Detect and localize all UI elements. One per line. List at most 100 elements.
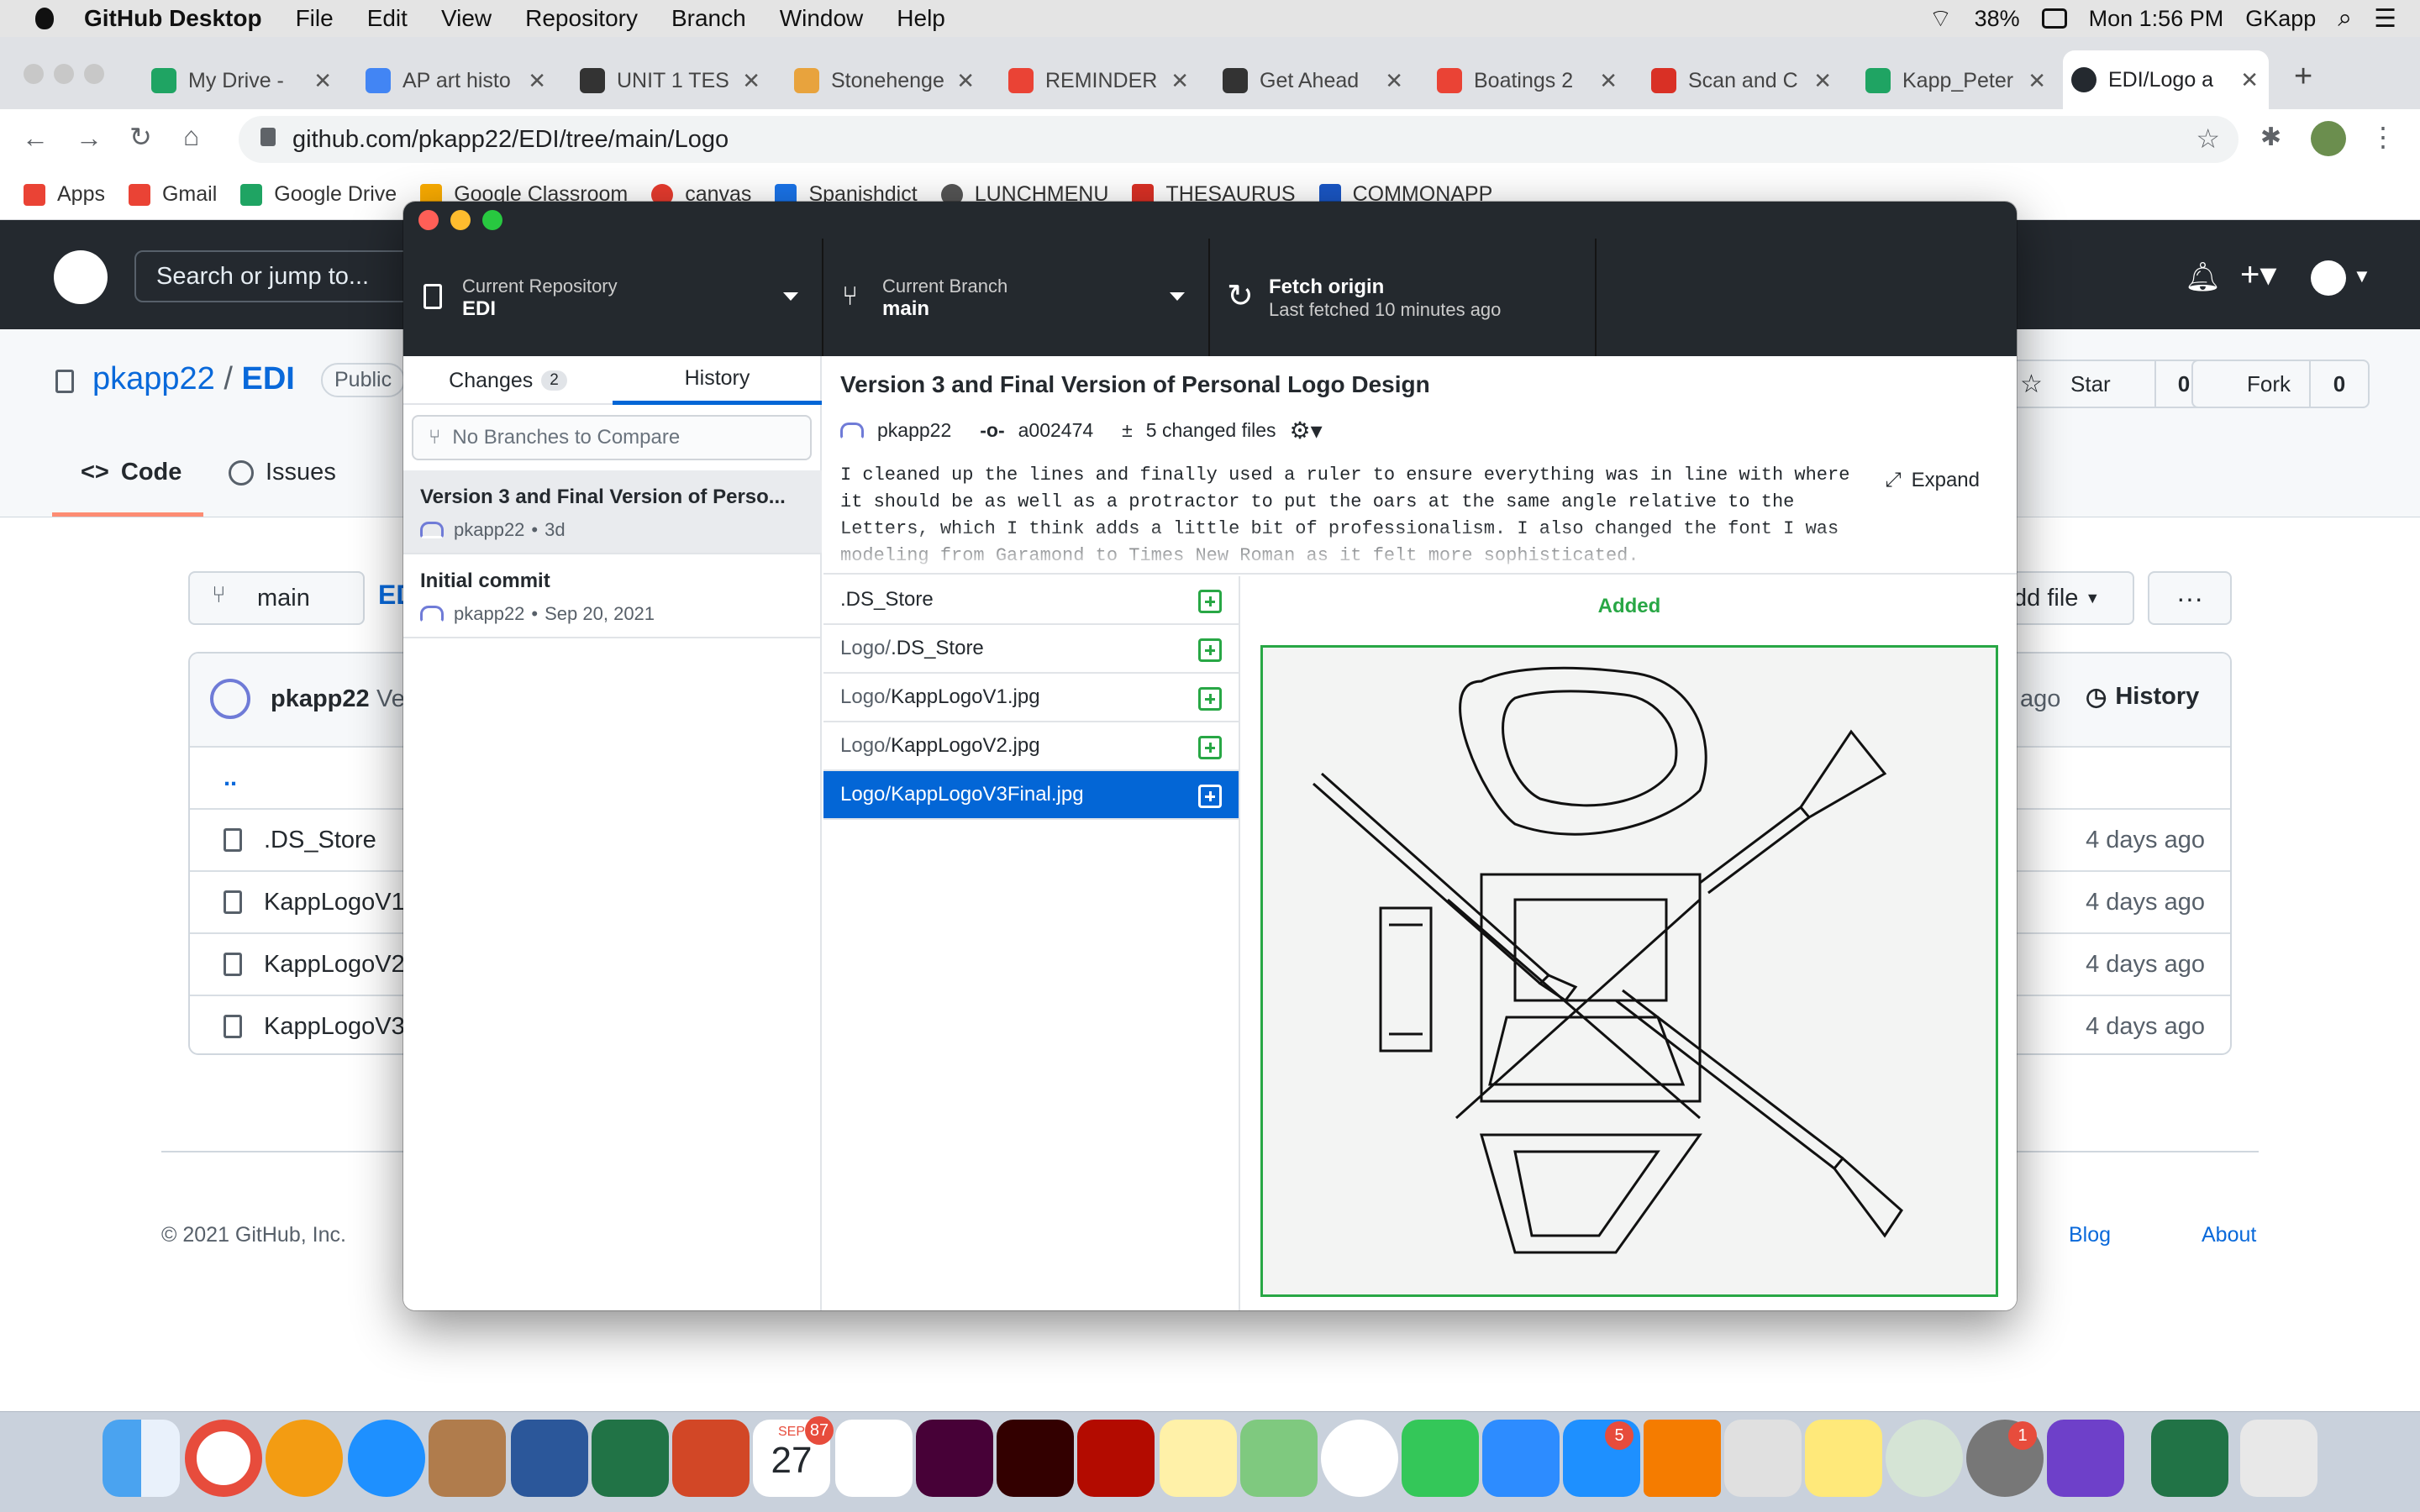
footer-blog-link[interactable]: Blog	[2069, 1223, 2111, 1247]
menu-window[interactable]: Window	[780, 5, 864, 32]
window-minimize-button[interactable]	[450, 210, 471, 230]
browser-tab[interactable]: Get Ahead ✕	[1214, 60, 1403, 101]
safari-icon[interactable]	[348, 1420, 425, 1497]
user-avatar[interactable]	[2311, 260, 2346, 296]
file-name[interactable]: .DS_Store	[264, 827, 376, 854]
repo-owner-link[interactable]: pkapp22	[92, 361, 215, 396]
control-center-icon[interactable]: ☰	[2374, 4, 2396, 34]
bookmark-gmail[interactable]: Gmail	[128, 182, 217, 207]
browser-tab[interactable]: AP art histo ✕	[357, 60, 546, 101]
menu-file[interactable]: File	[296, 5, 334, 32]
tab-history[interactable]: History	[613, 356, 822, 405]
contacts-icon[interactable]	[429, 1420, 506, 1497]
browser-tab[interactable]: UNIT 1 TES ✕	[571, 60, 760, 101]
list-item[interactable]: Logo/.DS_Store	[823, 625, 1239, 674]
close-icon[interactable]: ✕	[1813, 68, 1832, 94]
expand-button[interactable]: ⤢ Expand	[1885, 469, 1980, 492]
clock[interactable]: Mon 1:56 PM	[2089, 6, 2224, 32]
chrome-icon[interactable]	[185, 1420, 262, 1497]
apple-icon[interactable]	[35, 8, 54, 29]
indesign-icon[interactable]	[916, 1420, 993, 1497]
close-icon[interactable]: ✕	[2240, 67, 2259, 93]
tab-code[interactable]: <> Code	[81, 459, 182, 486]
back-icon[interactable]: ←	[22, 123, 49, 154]
chrome-minimize-button[interactable]	[54, 64, 74, 84]
menu-branch[interactable]: Branch	[671, 5, 746, 32]
fork-count[interactable]: 0	[2309, 360, 2370, 408]
file-name[interactable]: KappLogoV3	[264, 1013, 405, 1041]
window-close-button[interactable]	[418, 210, 439, 230]
list-item-selected[interactable]: Logo/KappLogoV3Final.jpg	[823, 771, 1239, 820]
list-item[interactable]: .DS_Store	[823, 576, 1239, 625]
latest-commit-author[interactable]: pkapp22	[271, 685, 370, 713]
word-icon[interactable]	[511, 1420, 588, 1497]
notes-icon[interactable]	[1160, 1420, 1237, 1497]
wifi-icon[interactable]: ⌔	[1928, 3, 1952, 34]
home-icon[interactable]: ⌂	[183, 121, 199, 152]
trash-icon[interactable]	[2240, 1420, 2317, 1497]
browser-tab[interactable]: Stonehenge ✕	[786, 60, 975, 101]
zoom-icon[interactable]	[1482, 1420, 1560, 1497]
close-icon[interactable]: ✕	[956, 68, 975, 94]
current-repository-button[interactable]: Current Repository EDI	[403, 239, 823, 356]
finder-icon[interactable]	[103, 1420, 180, 1497]
menu-view[interactable]: View	[441, 5, 492, 32]
battery-icon[interactable]	[2041, 8, 2067, 29]
commit-list-item-selected[interactable]: Version 3 and Final Version of Perso... …	[403, 470, 822, 554]
powerpoint-icon[interactable]	[672, 1420, 750, 1497]
illustrator-icon[interactable]	[997, 1420, 1074, 1497]
file-name[interactable]: KappLogoV1	[264, 889, 405, 916]
close-icon[interactable]: ✕	[1599, 68, 1618, 94]
commit-sha[interactable]: a002474	[1018, 419, 1094, 442]
acrobat-icon[interactable]	[1077, 1420, 1155, 1497]
close-icon[interactable]: ✕	[742, 68, 760, 94]
excel-icon[interactable]	[592, 1420, 669, 1497]
notifications-bell-icon[interactable]: 🔔︎	[2185, 260, 2221, 294]
list-item[interactable]: Logo/KappLogoV2.jpg	[823, 722, 1239, 771]
current-branch-button[interactable]: ⑂ Current Branch main	[823, 239, 1210, 356]
add-file-button[interactable]: dd file ▼	[2013, 571, 2134, 625]
window-zoom-button[interactable]	[482, 210, 502, 230]
tab-issues[interactable]: Issues	[229, 459, 336, 486]
menu-repository[interactable]: Repository	[525, 5, 638, 32]
browser-tab-active[interactable]: EDI/Logo a ✕	[2063, 50, 2269, 109]
vlc-icon[interactable]	[1644, 1420, 1721, 1497]
facetime-icon[interactable]	[1402, 1420, 1479, 1497]
gear-icon[interactable]: ⚙▾	[1290, 417, 1323, 444]
close-icon[interactable]: ✕	[313, 68, 332, 94]
chrome-menu-icon[interactable]: ⋮	[2370, 121, 2396, 153]
compare-branch-input[interactable]: ⑂ No Branches to Compare	[412, 415, 812, 460]
browser-tab[interactable]: Scan and C ✕	[1643, 60, 1832, 101]
menu-app-name[interactable]: GitHub Desktop	[84, 5, 262, 32]
browser-tab[interactable]: Kapp_Peter ✕	[1857, 60, 2046, 101]
menu-edit[interactable]: Edit	[367, 5, 408, 32]
spotlight-icon[interactable]: ⌕	[2338, 4, 2352, 33]
photos-icon[interactable]	[1321, 1420, 1398, 1497]
user-name[interactable]: GKapp	[2245, 6, 2316, 32]
browser-tab[interactable]: Boatings 2 ✕	[1428, 60, 1618, 101]
menu-help[interactable]: Help	[897, 5, 945, 32]
parent-dir-link[interactable]: ..	[224, 764, 237, 792]
reload-icon[interactable]: ↻	[129, 121, 152, 153]
history-link[interactable]: ◷ History	[2086, 682, 2199, 711]
extensions-icon[interactable]: ✱	[2260, 123, 2281, 152]
repo-name-link[interactable]: EDI	[242, 361, 295, 396]
star-bookmark-icon[interactable]: ☆	[2196, 123, 2220, 155]
latest-commit-message[interactable]: Ve	[376, 685, 405, 713]
file-name[interactable]: KappLogoV2	[264, 951, 405, 979]
bookmark-google-drive[interactable]: Google Drive	[240, 182, 397, 207]
github-desktop-icon[interactable]	[2047, 1420, 2124, 1497]
forward-icon[interactable]: →	[76, 123, 103, 154]
stickies-icon[interactable]	[1805, 1420, 1882, 1497]
address-bar[interactable]: github.com/pkapp22/EDI/tree/main/Logo ☆	[239, 116, 2238, 163]
close-icon[interactable]: ✕	[1385, 68, 1403, 94]
commit-list-item[interactable]: Initial commit pkapp22 • Sep 20, 2021	[403, 554, 822, 638]
fork-button[interactable]: Fork	[2191, 360, 2311, 408]
excel-file-icon[interactable]	[2151, 1420, 2228, 1497]
tab-changes[interactable]: Changes 2	[403, 356, 613, 405]
firefox-icon[interactable]	[266, 1420, 343, 1497]
chevron-down-icon[interactable]: ▼	[2353, 265, 2371, 287]
close-icon[interactable]: ✕	[1171, 68, 1189, 94]
profile-avatar[interactable]	[2311, 121, 2346, 156]
new-tab-icon[interactable]: +	[2294, 59, 2312, 95]
